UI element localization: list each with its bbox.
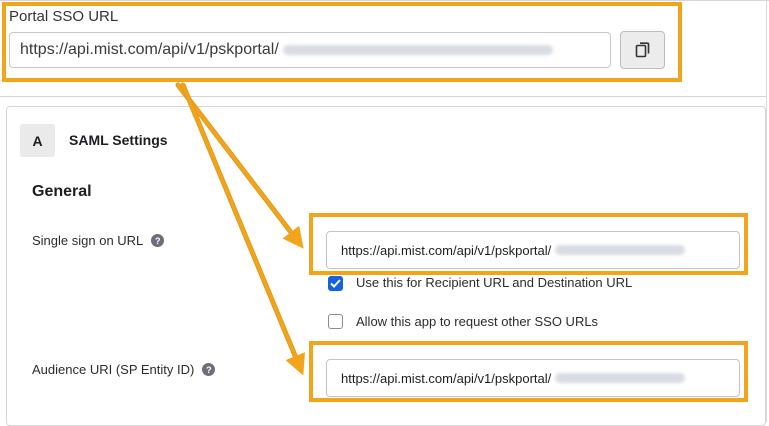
- portal-sso-url-value: https://api.mist.com/api/v1/pskportal/: [20, 41, 279, 58]
- other-sso-urls-checkbox[interactable]: [328, 314, 343, 329]
- sso-url-label-group: Single sign on URL ?: [32, 233, 165, 248]
- checkmark-icon: [330, 279, 341, 288]
- frame-top-border: [0, 0, 769, 1]
- general-heading: General: [32, 183, 92, 200]
- copy-icon: [635, 42, 649, 58]
- portal-sso-url-field[interactable]: https://api.mist.com/api/v1/pskportal/: [9, 32, 611, 68]
- question-circle-icon[interactable]: ?: [202, 363, 216, 376]
- audience-uri-value: https://api.mist.com/api/v1/pskportal/: [341, 370, 552, 386]
- redacted-url-segment: [282, 45, 553, 55]
- audience-uri-label-group: Audience URI (SP Entity ID) ?: [32, 362, 216, 377]
- redacted-url-segment: [555, 245, 686, 255]
- sso-url-label: Single sign on URL: [32, 233, 144, 248]
- portal-sso-url-label: Portal SSO URL: [9, 8, 119, 25]
- recipient-url-checkbox[interactable]: [328, 276, 343, 291]
- redacted-url-segment: [555, 373, 686, 383]
- question-circle-icon[interactable]: ?: [151, 234, 165, 247]
- audience-uri-input[interactable]: https://api.mist.com/api/v1/pskportal/: [326, 359, 740, 397]
- copy-url-button[interactable]: [620, 31, 665, 69]
- other-sso-urls-checkbox-label: Allow this app to request other SSO URLs: [356, 314, 599, 329]
- audience-uri-label: Audience URI (SP Entity ID): [32, 362, 195, 377]
- saml-settings-title: SAML Settings: [69, 132, 168, 148]
- step-badge: A: [20, 124, 55, 157]
- frame-right-border: [766, 0, 767, 422]
- recipient-url-checkbox-label: Use this for Recipient URL and Destinati…: [356, 275, 633, 290]
- sso-url-input[interactable]: https://api.mist.com/api/v1/pskportal/: [326, 231, 740, 269]
- section-divider: [0, 96, 766, 97]
- sso-url-value: https://api.mist.com/api/v1/pskportal/: [341, 242, 552, 258]
